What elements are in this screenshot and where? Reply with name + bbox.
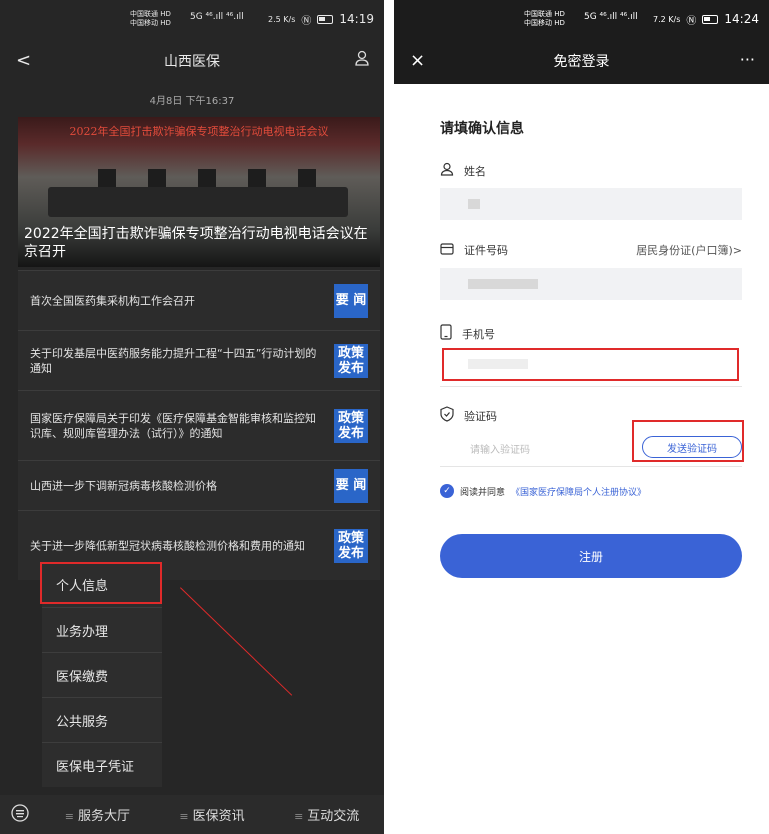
- name-field[interactable]: [440, 188, 742, 220]
- masked-value: [468, 199, 480, 209]
- news-title: 国家医疗保障局关于印发《医疗保障基金智能审核和监控知识库、规则库管理办法（试行）…: [30, 411, 316, 440]
- tab-interaction[interactable]: ≡ 互动交流: [269, 805, 384, 824]
- id-number-field[interactable]: [440, 268, 742, 300]
- bottom-tab-bar: ≡ 服务大厅 ≡ 医保资讯 ≡ 互动交流: [0, 795, 384, 834]
- news-item[interactable]: 国家医疗保障局关于印发《医疗保障基金智能审核和监控知识库、规则库管理办法（试行）…: [18, 390, 380, 460]
- menu-lines-icon: ≡: [64, 810, 74, 823]
- keyboard-icon[interactable]: [0, 803, 40, 826]
- person-icon[interactable]: [354, 50, 370, 70]
- app-header: × 免密登录 ···: [394, 38, 769, 84]
- checkbox-checked-icon[interactable]: ✓: [440, 484, 454, 498]
- news-tag: 要 闻: [334, 468, 368, 503]
- close-button[interactable]: ×: [410, 50, 425, 71]
- tab-news[interactable]: ≡ 医保资讯: [155, 805, 270, 824]
- carrier-labels: 中国联通 HD 中国移动 HD: [130, 10, 171, 28]
- more-options-button[interactable]: ···: [740, 50, 755, 69]
- phone-label: 手机号: [462, 327, 495, 341]
- annotation-highlight-box: [40, 562, 162, 604]
- news-tag: 政策发布: [334, 528, 368, 563]
- nfc-icon: Ⓝ: [301, 15, 312, 27]
- battery-icon: [317, 14, 334, 24]
- name-label-row: 姓名: [440, 162, 486, 179]
- news-item[interactable]: 山西进一步下调新冠病毒核酸检测价格 要 闻: [18, 460, 380, 510]
- id-label-row: 证件号码 居民身份证(户口簿)>: [440, 242, 742, 258]
- menu-item-public-service[interactable]: 公共服务: [42, 697, 162, 742]
- hero-photo-table: [48, 187, 348, 217]
- carrier-2: 中国移动 HD: [524, 19, 565, 27]
- carrier-labels: 中国联通 HD 中国移动 HD: [524, 10, 565, 28]
- news-title: 关于进一步降低新型冠状病毒核酸检测价格和费用的通知: [30, 539, 305, 552]
- menu-item-payment[interactable]: 医保缴费: [42, 652, 162, 697]
- carrier-2: 中国移动 HD: [130, 19, 171, 27]
- person-icon: [440, 162, 454, 179]
- menu-lines-icon: ≡: [294, 810, 304, 823]
- status-bar: 中国联通 HD 中国移动 HD 5G ⁴⁶.ıll ⁴⁶.ıll 7.2 K/s…: [394, 0, 769, 38]
- id-type-selector[interactable]: 居民身份证(户口簿)>: [636, 242, 742, 258]
- message-date: 4月8日 下午16:37: [149, 96, 235, 107]
- code-label: 验证码: [464, 409, 497, 423]
- tab-label: 互动交流: [307, 809, 360, 824]
- phone-label-row: 手机号: [440, 324, 495, 343]
- annotation-highlight-box: [632, 420, 744, 462]
- status-bar: 中国联通 HD 中国移动 HD 5G ⁴⁶.ıll ⁴⁶.ıll 2.5 K/s…: [0, 0, 384, 38]
- news-title: 关于印发基层中医药服务能力提升工程“十四五”行动计划的通知: [30, 346, 317, 375]
- id-card-icon: [440, 242, 454, 258]
- battery-icon: [702, 14, 719, 24]
- name-label: 姓名: [464, 164, 486, 178]
- code-label-row: 验证码: [440, 406, 497, 425]
- menu-item-business[interactable]: 业务办理: [42, 607, 162, 652]
- menu-lines-icon: ≡: [179, 810, 189, 823]
- carrier-1: 中国联通 HD: [524, 10, 565, 18]
- news-item[interactable]: 关于印发基层中医药服务能力提升工程“十四五”行动计划的通知 政策发布: [18, 330, 380, 390]
- register-button[interactable]: 注册: [440, 534, 742, 578]
- network-speed: 2.5 K/s: [268, 14, 296, 24]
- tab-label: 医保资讯: [192, 809, 245, 824]
- form-title: 请填确认信息: [440, 121, 524, 137]
- clock: 14:24: [724, 12, 759, 26]
- id-label: 证件号码: [464, 244, 508, 257]
- news-tag: 政策发布: [334, 343, 368, 378]
- news-tag: 要 闻: [334, 283, 368, 318]
- hero-news-card[interactable]: 2022年全国打击欺诈骗保专项整治行动电视电话会议 2022年全国打击欺诈骗保专…: [18, 117, 380, 267]
- left-phone-screen: 中国联通 HD 中国移动 HD 5G ⁴⁶.ıll ⁴⁶.ıll 2.5 K/s…: [0, 0, 384, 834]
- news-item[interactable]: 首次全国医药集采机构工作会召开 要 闻: [18, 270, 380, 330]
- news-title: 首次全国医药集采机构工作会召开: [30, 294, 195, 307]
- back-button[interactable]: <: [16, 50, 31, 71]
- nfc-icon: Ⓝ: [686, 15, 697, 27]
- annotation-highlight-box: [442, 348, 739, 381]
- news-title: 山西进一步下调新冠病毒核酸检测价格: [30, 479, 217, 492]
- right-phone-screen: 中国联通 HD 中国移动 HD 5G ⁴⁶.ıll ⁴⁶.ıll 7.2 K/s…: [394, 0, 769, 834]
- divider: [440, 386, 742, 387]
- code-input[interactable]: 请输入验证码: [470, 441, 530, 456]
- page-title: 免密登录: [553, 54, 610, 70]
- page-title: 山西医保: [164, 54, 220, 70]
- phone-icon: [440, 324, 452, 343]
- hero-caption: 2022年全国打击欺诈骗保专项整治行动电视电话会议在京召开: [24, 226, 368, 260]
- signal-indicator: 5G ⁴⁶.ıll ⁴⁶.ıll: [190, 12, 244, 22]
- tab-label: 服务大厅: [77, 809, 130, 824]
- agreement-link[interactable]: 《国家医疗保障局个人注册协议》: [511, 485, 646, 498]
- menu-item-e-voucher[interactable]: 医保电子凭证: [42, 742, 162, 787]
- masked-value: [468, 279, 538, 289]
- divider: [440, 466, 742, 467]
- app-header: < 山西医保: [0, 38, 384, 84]
- agreement-row: ✓ 阅读并同意 《国家医疗保障局个人注册协议》: [440, 484, 646, 498]
- network-speed: 7.2 K/s: [653, 14, 681, 24]
- tab-service-hall[interactable]: ≡ 服务大厅: [40, 805, 155, 824]
- signal-indicator: 5G ⁴⁶.ıll ⁴⁶.ıll: [584, 12, 638, 22]
- shield-check-icon: [440, 406, 454, 425]
- news-tag: 政策发布: [334, 408, 368, 443]
- carrier-1: 中国联通 HD: [130, 10, 171, 18]
- agreement-text: 阅读并同意: [460, 487, 506, 498]
- clock: 14:19: [339, 12, 374, 26]
- hero-banner-text: 2022年全国打击欺诈骗保专项整治行动电视电话会议: [69, 125, 329, 138]
- annotation-arrow-line: [180, 587, 293, 696]
